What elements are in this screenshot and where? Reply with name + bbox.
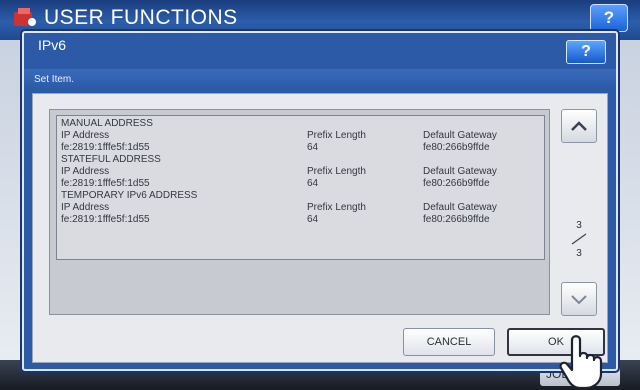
column-labels: IP Address Prefix Length Default Gateway <box>61 130 497 141</box>
address-values: fe:2819:1fffe5f:1d55 64 fe80:266b9ffde <box>61 214 490 225</box>
page-slash-icon <box>571 233 587 245</box>
hand-pointer-icon <box>559 335 603 390</box>
page-indicator: 3 3 <box>561 214 597 274</box>
column-labels: IP Address Prefix Length Default Gateway <box>61 166 497 177</box>
address-list-panel: MANUAL ADDRESS IP Address Prefix Length … <box>49 109 550 315</box>
section-heading: TEMPORARY IPv6 ADDRESS <box>61 190 198 201</box>
address-list: MANUAL ADDRESS IP Address Prefix Length … <box>56 115 545 260</box>
dialog-subtitle: Set Item. <box>24 69 616 89</box>
column-labels: IP Address Prefix Length Default Gateway <box>61 202 497 213</box>
scroll-up-button[interactable] <box>561 109 597 143</box>
dialog-body: MANUAL ADDRESS IP Address Prefix Length … <box>32 93 608 363</box>
scroll-down-button[interactable] <box>561 282 597 316</box>
page-total: 3 <box>576 248 582 259</box>
ipv6-dialog: IPv6 ? Set Item. MANUAL ADDRESS IP Addre… <box>22 31 618 371</box>
app-help-button[interactable]: ? <box>590 4 628 32</box>
section-heading: STATEFUL ADDRESS <box>61 154 161 165</box>
app-logo-icon <box>14 8 36 26</box>
app-title: USER FUNCTIONS <box>44 6 238 29</box>
address-values: fe:2819:1fffe5f:1d55 64 fe80:266b9ffde <box>61 142 490 153</box>
dialog-help-button[interactable]: ? <box>566 40 606 64</box>
dialog-title: IPv6 <box>38 37 67 53</box>
section-heading: MANUAL ADDRESS <box>61 118 153 129</box>
chevron-up-icon <box>571 121 587 131</box>
chevron-down-icon <box>571 295 587 305</box>
cancel-button[interactable]: CANCEL <box>403 328 495 356</box>
address-values: fe:2819:1fffe5f:1d55 64 fe80:266b9ffde <box>61 178 490 189</box>
